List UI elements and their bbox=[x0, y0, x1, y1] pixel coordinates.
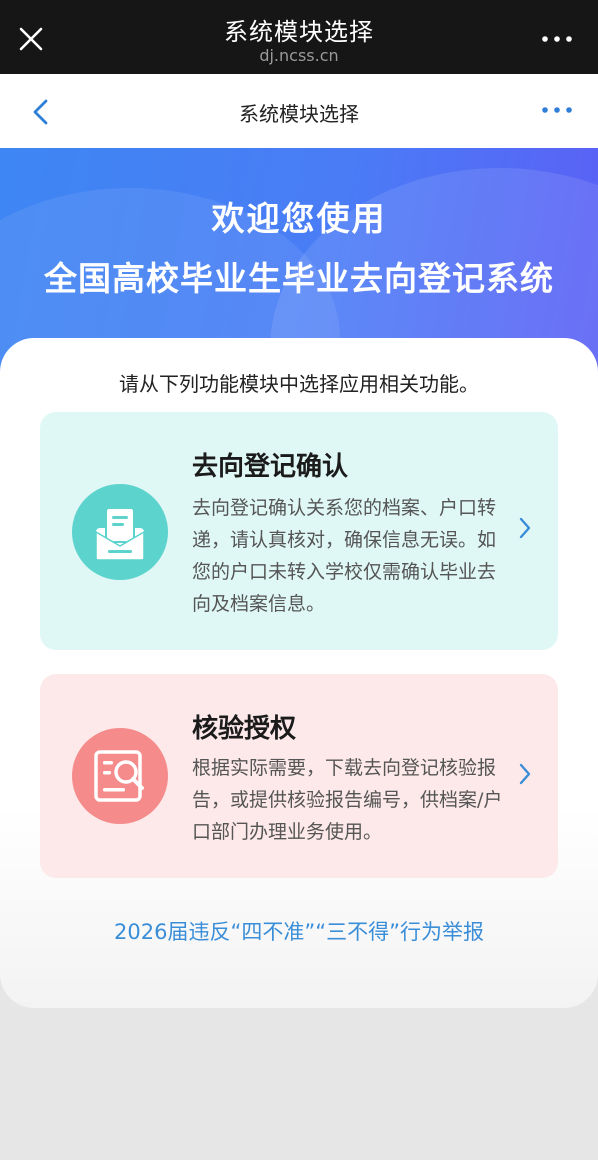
document-search-icon bbox=[72, 728, 168, 824]
system-name: 全国高校毕业生毕业去向登记系统 bbox=[44, 259, 554, 298]
module-verification-authorization[interactable]: 核验授权 根据实际需要，下载去向登记核验报告，或提供核验报告编号，供档案/户口部… bbox=[40, 674, 558, 878]
more-icon[interactable] bbox=[542, 107, 572, 113]
chevron-right-icon bbox=[519, 763, 531, 785]
module-description: 去向登记确认关系您的档案、户口转递，请认真核对，确保信息无误。如您的户口未转入学… bbox=[192, 497, 497, 615]
welcome-text: 欢迎您使用 bbox=[211, 199, 387, 238]
module-title: 去向登记确认 bbox=[192, 452, 349, 482]
webview-top-bar: 系统模块选择 dj.ncss.cn bbox=[0, 0, 598, 74]
module-selection-card: 请从下列功能模块中选择应用相关功能。 去向登记确认 去向登记确认关系您的档案、户… bbox=[0, 338, 598, 1008]
report-violation-link[interactable]: 2026届违反“四不准”“三不得”行为举报 bbox=[0, 916, 598, 946]
webview-title: 系统模块选择 bbox=[224, 18, 374, 46]
webview-url: dj.ncss.cn bbox=[259, 46, 339, 65]
intro-text: 请从下列功能模块中选择应用相关功能。 bbox=[119, 372, 479, 396]
navigation-bar: 系统模块选择 bbox=[0, 74, 598, 148]
chevron-right-icon bbox=[519, 517, 531, 539]
envelope-document-icon bbox=[72, 484, 168, 580]
module-description: 根据实际需要，下载去向登记核验报告，或提供核验报告编号，供档案/户口部门办理业务… bbox=[192, 757, 503, 843]
module-title: 核验授权 bbox=[192, 714, 297, 744]
page-title: 系统模块选择 bbox=[239, 102, 359, 126]
module-destination-confirmation[interactable]: 去向登记确认 去向登记确认关系您的档案、户口转递，请认真核对，确保信息无误。如您… bbox=[40, 412, 558, 650]
more-icon[interactable] bbox=[542, 36, 572, 42]
